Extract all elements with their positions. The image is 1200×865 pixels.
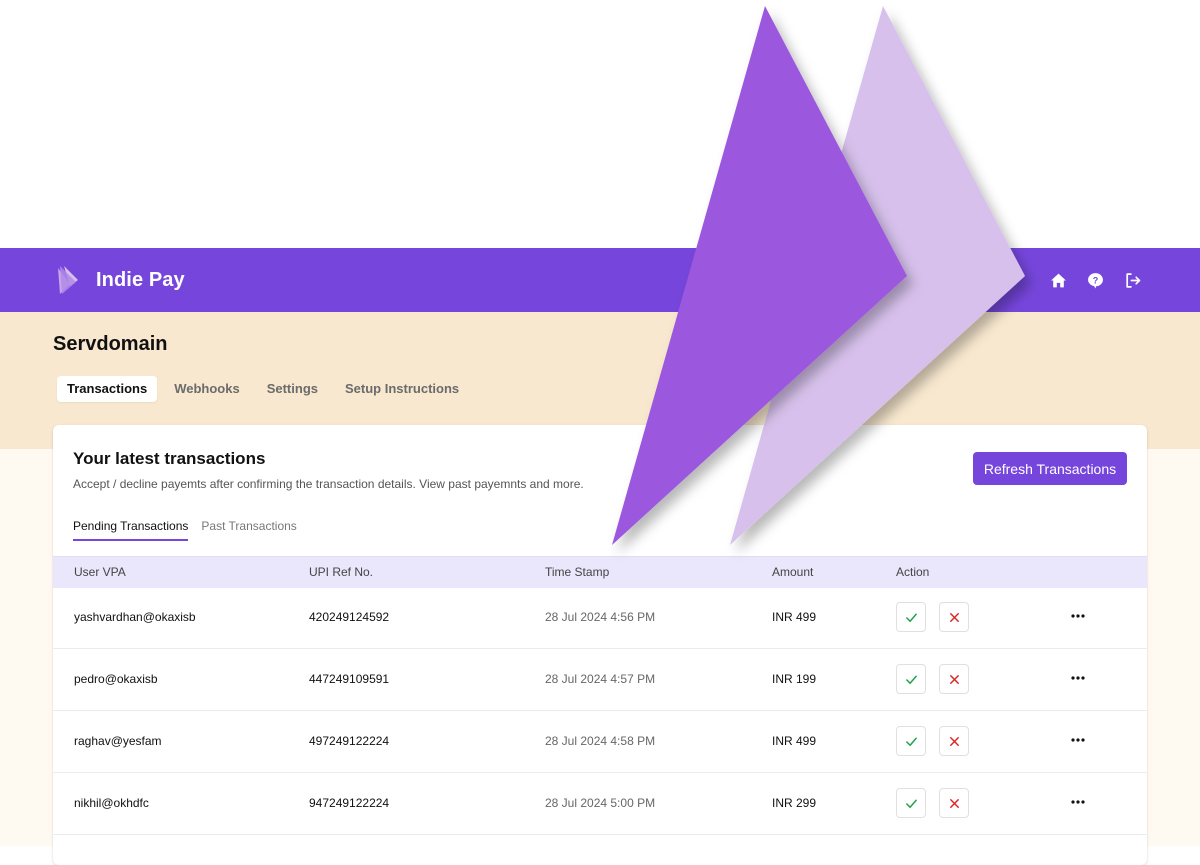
accept-button[interactable] <box>896 788 926 818</box>
top-navbar: Indie Pay ? <box>0 248 1200 312</box>
accept-button[interactable] <box>896 726 926 756</box>
cell-upi-ref: 447249109591 <box>309 672 390 686</box>
more-options-button[interactable] <box>1068 664 1088 692</box>
column-header-action: Action <box>896 565 930 579</box>
refresh-transactions-button[interactable]: Refresh Transactions <box>973 452 1127 485</box>
card-subtitle: Accept / decline payemts after confirmin… <box>73 477 584 491</box>
table-row: yashvardhan@okaxisb 420249124592 28 Jul … <box>53 587 1147 649</box>
app-name: Indie Pay <box>96 268 185 291</box>
tab-transactions[interactable]: Transactions <box>57 376 158 402</box>
close-icon <box>949 736 959 746</box>
more-options-button[interactable] <box>1068 602 1088 630</box>
transactions-card: Your latest transactions Accept / declin… <box>53 425 1147 865</box>
cell-amount: INR 199 <box>772 672 817 686</box>
help-icon[interactable]: ? <box>1086 271 1105 290</box>
cell-upi-ref: 947249122224 <box>309 796 390 810</box>
close-icon <box>949 612 959 622</box>
accept-button[interactable] <box>896 664 926 694</box>
decline-button[interactable] <box>939 602 969 632</box>
decline-button[interactable] <box>939 664 969 694</box>
table-row: pedro@okaxisb 447249109591 28 Jul 2024 4… <box>53 649 1147 711</box>
check-icon <box>905 799 917 808</box>
more-horizontal-icon <box>1071 614 1085 618</box>
tab-setup-instructions[interactable]: Setup Instructions <box>335 376 469 402</box>
home-icon[interactable] <box>1049 271 1068 290</box>
cell-time-stamp: 28 Jul 2024 4:56 PM <box>545 610 656 624</box>
brand[interactable]: Indie Pay <box>56 248 185 312</box>
decline-button[interactable] <box>939 788 969 818</box>
subtab-past-transactions[interactable]: Past Transactions <box>201 519 296 541</box>
column-header-amount: Amount <box>772 565 814 579</box>
check-icon <box>905 737 917 746</box>
column-header-upi-ref: UPI Ref No. <box>309 565 374 579</box>
card-title: Your latest transactions <box>73 449 266 468</box>
more-horizontal-icon <box>1071 800 1085 804</box>
transaction-subtabs: Pending Transactions Past Transactions <box>73 519 297 541</box>
more-options-button[interactable] <box>1068 726 1088 754</box>
tab-settings[interactable]: Settings <box>257 376 328 402</box>
subtab-pending-transactions[interactable]: Pending Transactions <box>73 519 189 541</box>
cell-time-stamp: 28 Jul 2024 4:57 PM <box>545 672 656 686</box>
more-horizontal-icon <box>1071 676 1085 680</box>
tab-webhooks[interactable]: Webhooks <box>164 376 250 402</box>
column-header-time-stamp: Time Stamp <box>545 565 610 579</box>
logout-icon[interactable] <box>1123 271 1142 290</box>
cell-amount: INR 499 <box>772 610 817 624</box>
top-blank-area <box>0 0 1200 248</box>
project-tabs: Transactions Webhooks Settings Setup Ins… <box>57 376 476 402</box>
close-icon <box>949 674 959 684</box>
cell-user-vpa: yashvardhan@okaxisb <box>74 610 196 624</box>
nav-icon-group: ? <box>1049 248 1142 312</box>
cell-user-vpa: raghav@yesfam <box>74 734 162 748</box>
transactions-table-body: yashvardhan@okaxisb 420249124592 28 Jul … <box>53 587 1147 835</box>
cell-upi-ref: 497249122224 <box>309 734 390 748</box>
logo-icon <box>58 266 78 294</box>
decline-button[interactable] <box>939 726 969 756</box>
accept-button[interactable] <box>896 602 926 632</box>
cell-amount: INR 499 <box>772 734 817 748</box>
svg-text:?: ? <box>1093 275 1099 285</box>
cell-amount: INR 299 <box>772 796 817 810</box>
check-icon <box>905 675 917 684</box>
more-horizontal-icon <box>1071 738 1085 742</box>
table-row: nikhil@okhdfc 947249122224 28 Jul 2024 5… <box>53 773 1147 835</box>
close-icon <box>949 798 959 808</box>
table-header: User VPA UPI Ref No. Time Stamp Amount A… <box>53 556 1147 588</box>
column-header-user-vpa: User VPA <box>74 565 126 579</box>
table-row: raghav@yesfam 497249122224 28 Jul 2024 4… <box>53 711 1147 773</box>
cell-user-vpa: nikhil@okhdfc <box>74 796 149 810</box>
cell-user-vpa: pedro@okaxisb <box>74 672 158 686</box>
cell-upi-ref: 420249124592 <box>309 610 390 624</box>
more-options-button[interactable] <box>1068 788 1088 816</box>
check-icon <box>905 613 917 622</box>
cell-time-stamp: 28 Jul 2024 4:58 PM <box>545 734 656 748</box>
cell-time-stamp: 28 Jul 2024 5:00 PM <box>545 796 656 810</box>
page-title: Servdomain <box>53 333 168 355</box>
